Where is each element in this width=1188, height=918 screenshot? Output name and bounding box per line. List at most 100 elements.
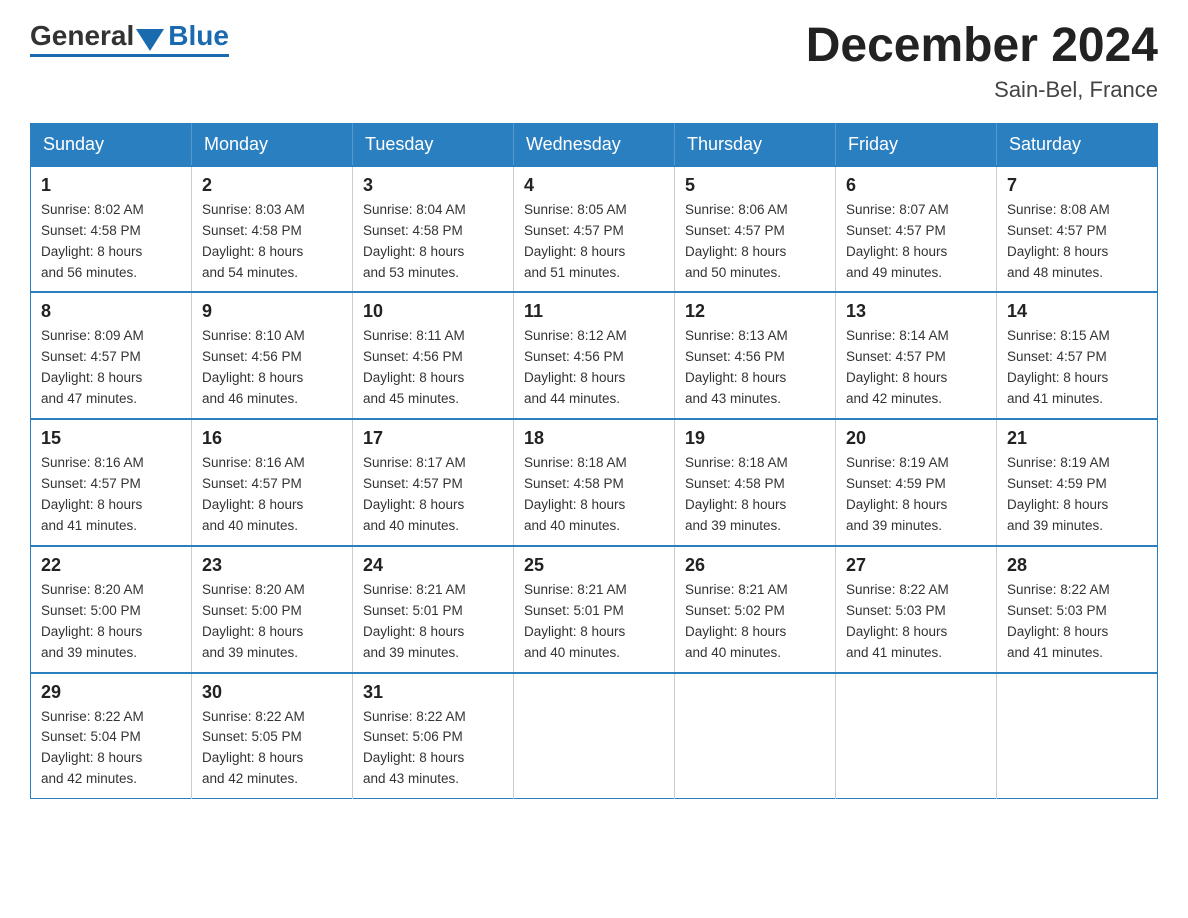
day-info: Sunrise: 8:16 AM Sunset: 4:57 PM Dayligh… bbox=[41, 453, 181, 537]
day-number: 10 bbox=[363, 301, 503, 322]
day-info: Sunrise: 8:21 AM Sunset: 5:01 PM Dayligh… bbox=[363, 580, 503, 664]
day-number: 20 bbox=[846, 428, 986, 449]
table-row: 10 Sunrise: 8:11 AM Sunset: 4:56 PM Dayl… bbox=[353, 292, 514, 419]
day-number: 18 bbox=[524, 428, 664, 449]
day-number: 13 bbox=[846, 301, 986, 322]
day-info: Sunrise: 8:05 AM Sunset: 4:57 PM Dayligh… bbox=[524, 200, 664, 284]
day-number: 24 bbox=[363, 555, 503, 576]
table-row: 22 Sunrise: 8:20 AM Sunset: 5:00 PM Dayl… bbox=[31, 546, 192, 673]
day-number: 4 bbox=[524, 175, 664, 196]
day-info: Sunrise: 8:20 AM Sunset: 5:00 PM Dayligh… bbox=[202, 580, 342, 664]
page-subtitle: Sain-Bel, France bbox=[806, 77, 1158, 103]
day-number: 28 bbox=[1007, 555, 1147, 576]
table-row: 4 Sunrise: 8:05 AM Sunset: 4:57 PM Dayli… bbox=[514, 166, 675, 293]
table-row: 5 Sunrise: 8:06 AM Sunset: 4:57 PM Dayli… bbox=[675, 166, 836, 293]
table-row: 16 Sunrise: 8:16 AM Sunset: 4:57 PM Dayl… bbox=[192, 419, 353, 546]
table-row: 25 Sunrise: 8:21 AM Sunset: 5:01 PM Dayl… bbox=[514, 546, 675, 673]
day-number: 22 bbox=[41, 555, 181, 576]
col-wednesday: Wednesday bbox=[514, 123, 675, 166]
day-number: 11 bbox=[524, 301, 664, 322]
col-thursday: Thursday bbox=[675, 123, 836, 166]
calendar-table: Sunday Monday Tuesday Wednesday Thursday… bbox=[30, 123, 1158, 799]
calendar-week-row: 8 Sunrise: 8:09 AM Sunset: 4:57 PM Dayli… bbox=[31, 292, 1158, 419]
logo-triangle-icon bbox=[136, 29, 164, 51]
day-number: 3 bbox=[363, 175, 503, 196]
day-info: Sunrise: 8:22 AM Sunset: 5:05 PM Dayligh… bbox=[202, 707, 342, 791]
day-number: 16 bbox=[202, 428, 342, 449]
table-row: 21 Sunrise: 8:19 AM Sunset: 4:59 PM Dayl… bbox=[997, 419, 1158, 546]
day-info: Sunrise: 8:21 AM Sunset: 5:02 PM Dayligh… bbox=[685, 580, 825, 664]
table-row: 14 Sunrise: 8:15 AM Sunset: 4:57 PM Dayl… bbox=[997, 292, 1158, 419]
day-info: Sunrise: 8:22 AM Sunset: 5:03 PM Dayligh… bbox=[846, 580, 986, 664]
table-row: 24 Sunrise: 8:21 AM Sunset: 5:01 PM Dayl… bbox=[353, 546, 514, 673]
col-monday: Monday bbox=[192, 123, 353, 166]
table-row: 13 Sunrise: 8:14 AM Sunset: 4:57 PM Dayl… bbox=[836, 292, 997, 419]
day-info: Sunrise: 8:21 AM Sunset: 5:01 PM Dayligh… bbox=[524, 580, 664, 664]
day-number: 25 bbox=[524, 555, 664, 576]
table-row: 3 Sunrise: 8:04 AM Sunset: 4:58 PM Dayli… bbox=[353, 166, 514, 293]
logo-general-text: General bbox=[30, 20, 134, 52]
table-row: 20 Sunrise: 8:19 AM Sunset: 4:59 PM Dayl… bbox=[836, 419, 997, 546]
day-info: Sunrise: 8:19 AM Sunset: 4:59 PM Dayligh… bbox=[846, 453, 986, 537]
col-saturday: Saturday bbox=[997, 123, 1158, 166]
calendar-week-row: 15 Sunrise: 8:16 AM Sunset: 4:57 PM Dayl… bbox=[31, 419, 1158, 546]
day-number: 26 bbox=[685, 555, 825, 576]
table-row: 2 Sunrise: 8:03 AM Sunset: 4:58 PM Dayli… bbox=[192, 166, 353, 293]
table-row: 30 Sunrise: 8:22 AM Sunset: 5:05 PM Dayl… bbox=[192, 673, 353, 799]
logo-underline bbox=[30, 54, 229, 57]
day-number: 27 bbox=[846, 555, 986, 576]
day-info: Sunrise: 8:22 AM Sunset: 5:06 PM Dayligh… bbox=[363, 707, 503, 791]
col-sunday: Sunday bbox=[31, 123, 192, 166]
day-number: 1 bbox=[41, 175, 181, 196]
table-row: 15 Sunrise: 8:16 AM Sunset: 4:57 PM Dayl… bbox=[31, 419, 192, 546]
day-number: 5 bbox=[685, 175, 825, 196]
table-row: 1 Sunrise: 8:02 AM Sunset: 4:58 PM Dayli… bbox=[31, 166, 192, 293]
day-info: Sunrise: 8:04 AM Sunset: 4:58 PM Dayligh… bbox=[363, 200, 503, 284]
table-row: 6 Sunrise: 8:07 AM Sunset: 4:57 PM Dayli… bbox=[836, 166, 997, 293]
table-row: 27 Sunrise: 8:22 AM Sunset: 5:03 PM Dayl… bbox=[836, 546, 997, 673]
day-info: Sunrise: 8:16 AM Sunset: 4:57 PM Dayligh… bbox=[202, 453, 342, 537]
day-info: Sunrise: 8:06 AM Sunset: 4:57 PM Dayligh… bbox=[685, 200, 825, 284]
calendar-week-row: 29 Sunrise: 8:22 AM Sunset: 5:04 PM Dayl… bbox=[31, 673, 1158, 799]
day-number: 6 bbox=[846, 175, 986, 196]
table-row: 18 Sunrise: 8:18 AM Sunset: 4:58 PM Dayl… bbox=[514, 419, 675, 546]
day-number: 8 bbox=[41, 301, 181, 322]
day-info: Sunrise: 8:02 AM Sunset: 4:58 PM Dayligh… bbox=[41, 200, 181, 284]
table-row bbox=[675, 673, 836, 799]
logo: General Blue bbox=[30, 20, 229, 57]
day-info: Sunrise: 8:22 AM Sunset: 5:04 PM Dayligh… bbox=[41, 707, 181, 791]
table-row: 19 Sunrise: 8:18 AM Sunset: 4:58 PM Dayl… bbox=[675, 419, 836, 546]
day-info: Sunrise: 8:22 AM Sunset: 5:03 PM Dayligh… bbox=[1007, 580, 1147, 664]
day-number: 15 bbox=[41, 428, 181, 449]
day-info: Sunrise: 8:12 AM Sunset: 4:56 PM Dayligh… bbox=[524, 326, 664, 410]
logo-blue-text: Blue bbox=[168, 20, 229, 52]
table-row: 31 Sunrise: 8:22 AM Sunset: 5:06 PM Dayl… bbox=[353, 673, 514, 799]
day-info: Sunrise: 8:20 AM Sunset: 5:00 PM Dayligh… bbox=[41, 580, 181, 664]
day-number: 29 bbox=[41, 682, 181, 703]
day-number: 7 bbox=[1007, 175, 1147, 196]
table-row: 17 Sunrise: 8:17 AM Sunset: 4:57 PM Dayl… bbox=[353, 419, 514, 546]
day-info: Sunrise: 8:18 AM Sunset: 4:58 PM Dayligh… bbox=[524, 453, 664, 537]
day-info: Sunrise: 8:17 AM Sunset: 4:57 PM Dayligh… bbox=[363, 453, 503, 537]
day-info: Sunrise: 8:03 AM Sunset: 4:58 PM Dayligh… bbox=[202, 200, 342, 284]
day-number: 23 bbox=[202, 555, 342, 576]
day-number: 14 bbox=[1007, 301, 1147, 322]
day-number: 21 bbox=[1007, 428, 1147, 449]
page-header: General Blue December 2024 Sain-Bel, Fra… bbox=[30, 20, 1158, 103]
table-row: 11 Sunrise: 8:12 AM Sunset: 4:56 PM Dayl… bbox=[514, 292, 675, 419]
day-number: 31 bbox=[363, 682, 503, 703]
table-row: 28 Sunrise: 8:22 AM Sunset: 5:03 PM Dayl… bbox=[997, 546, 1158, 673]
col-friday: Friday bbox=[836, 123, 997, 166]
table-row: 8 Sunrise: 8:09 AM Sunset: 4:57 PM Dayli… bbox=[31, 292, 192, 419]
table-row bbox=[836, 673, 997, 799]
day-number: 2 bbox=[202, 175, 342, 196]
table-row: 7 Sunrise: 8:08 AM Sunset: 4:57 PM Dayli… bbox=[997, 166, 1158, 293]
day-info: Sunrise: 8:18 AM Sunset: 4:58 PM Dayligh… bbox=[685, 453, 825, 537]
calendar-week-row: 1 Sunrise: 8:02 AM Sunset: 4:58 PM Dayli… bbox=[31, 166, 1158, 293]
day-info: Sunrise: 8:15 AM Sunset: 4:57 PM Dayligh… bbox=[1007, 326, 1147, 410]
day-info: Sunrise: 8:11 AM Sunset: 4:56 PM Dayligh… bbox=[363, 326, 503, 410]
table-row: 23 Sunrise: 8:20 AM Sunset: 5:00 PM Dayl… bbox=[192, 546, 353, 673]
table-row: 9 Sunrise: 8:10 AM Sunset: 4:56 PM Dayli… bbox=[192, 292, 353, 419]
day-number: 17 bbox=[363, 428, 503, 449]
title-block: December 2024 Sain-Bel, France bbox=[806, 20, 1158, 103]
